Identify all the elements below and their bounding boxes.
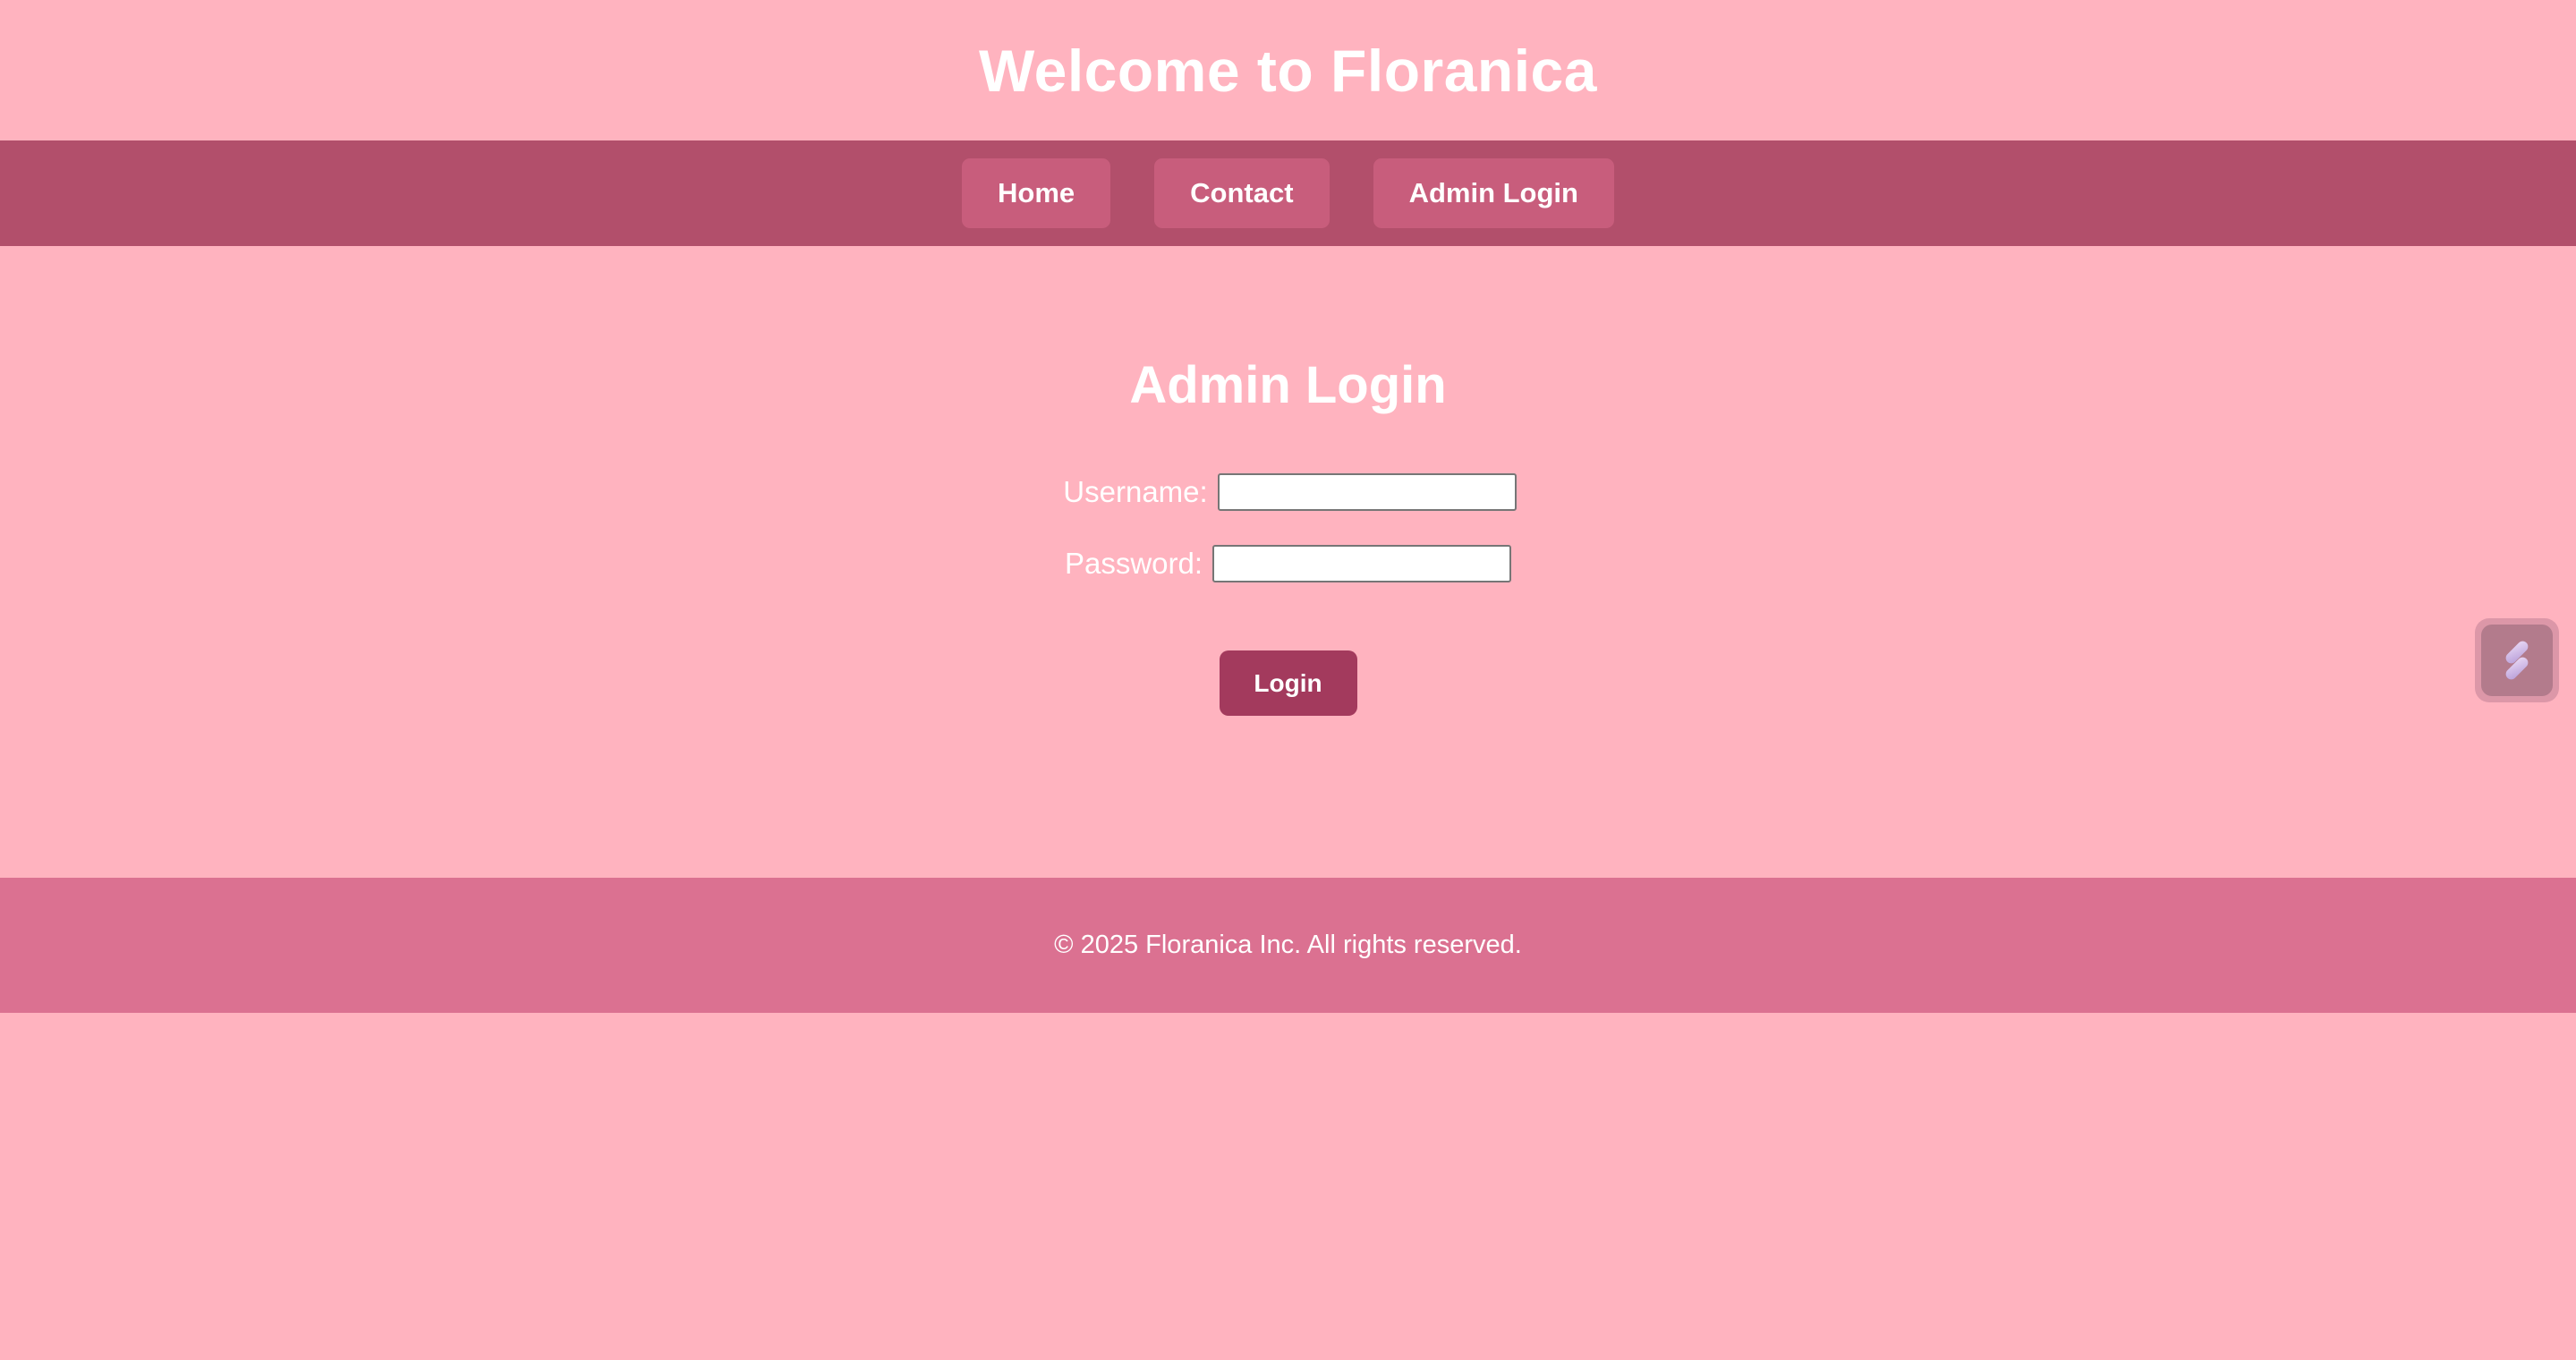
- login-section: Admin Login Username: Password: Login: [0, 246, 2576, 878]
- username-row: Username:: [1063, 473, 1517, 511]
- site-header: Welcome to Floranica: [0, 0, 2576, 140]
- extension-logo-icon: [2505, 641, 2529, 680]
- username-label: Username:: [1063, 475, 1208, 508]
- floating-extension-inner: [2481, 625, 2553, 696]
- username-input[interactable]: [1217, 473, 1517, 511]
- site-title: Welcome to Floranica: [979, 37, 1597, 104]
- password-label: Password:: [1064, 547, 1203, 580]
- login-button[interactable]: Login: [1219, 650, 1357, 716]
- main-nav: Home Contact Admin Login: [0, 140, 2576, 246]
- login-heading: Admin Login: [1129, 356, 1447, 414]
- nav-contact-button[interactable]: Contact: [1154, 158, 1330, 228]
- nav-admin-login-button[interactable]: Admin Login: [1373, 158, 1614, 228]
- nav-home-button[interactable]: Home: [962, 158, 1111, 228]
- password-input[interactable]: [1212, 545, 1512, 582]
- password-row: Password:: [1064, 545, 1512, 582]
- site-footer: © 2025 Floranica Inc. All rights reserve…: [0, 878, 2576, 1013]
- floating-extension-button[interactable]: [2475, 618, 2559, 702]
- copyright-text: © 2025 Floranica Inc. All rights reserve…: [1054, 931, 1522, 959]
